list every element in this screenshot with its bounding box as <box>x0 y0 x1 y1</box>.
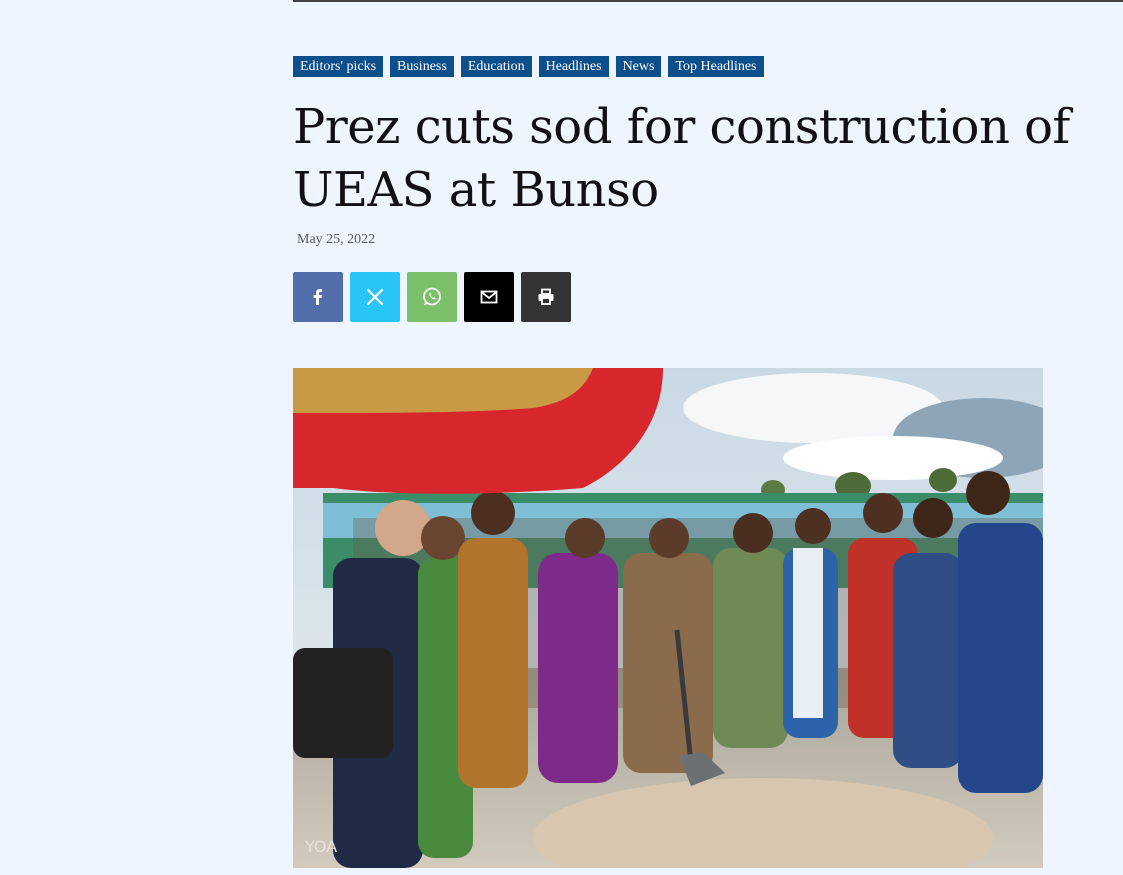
photo-watermark: YOA <box>304 837 337 856</box>
tag-headlines[interactable]: Headlines <box>538 56 609 77</box>
envelope-icon <box>480 290 498 304</box>
whatsapp-share-button[interactable] <box>407 272 457 322</box>
tag-business[interactable]: Business <box>390 56 454 77</box>
share-buttons <box>293 272 571 322</box>
print-share-button[interactable] <box>521 272 571 322</box>
whatsapp-icon <box>423 287 441 306</box>
x-icon <box>366 288 384 306</box>
email-share-button[interactable] <box>464 272 514 322</box>
article-date: May 25, 2022 <box>297 232 376 247</box>
article-title: Prez cuts sod for construction of UEAS a… <box>293 99 1070 218</box>
printer-icon <box>538 288 554 305</box>
x-share-button[interactable] <box>350 272 400 322</box>
category-tags: Editors' picks Business Education Headli… <box>293 56 764 77</box>
top-divider <box>293 0 1123 2</box>
facebook-share-button[interactable] <box>293 272 343 322</box>
tag-editors-picks[interactable]: Editors' picks <box>293 56 384 77</box>
tag-education[interactable]: Education <box>460 56 532 77</box>
article-photo: YOA <box>293 368 1043 868</box>
tag-top-headlines[interactable]: Top Headlines <box>668 56 764 77</box>
tag-news[interactable]: News <box>615 56 662 77</box>
facebook-icon <box>313 289 322 305</box>
